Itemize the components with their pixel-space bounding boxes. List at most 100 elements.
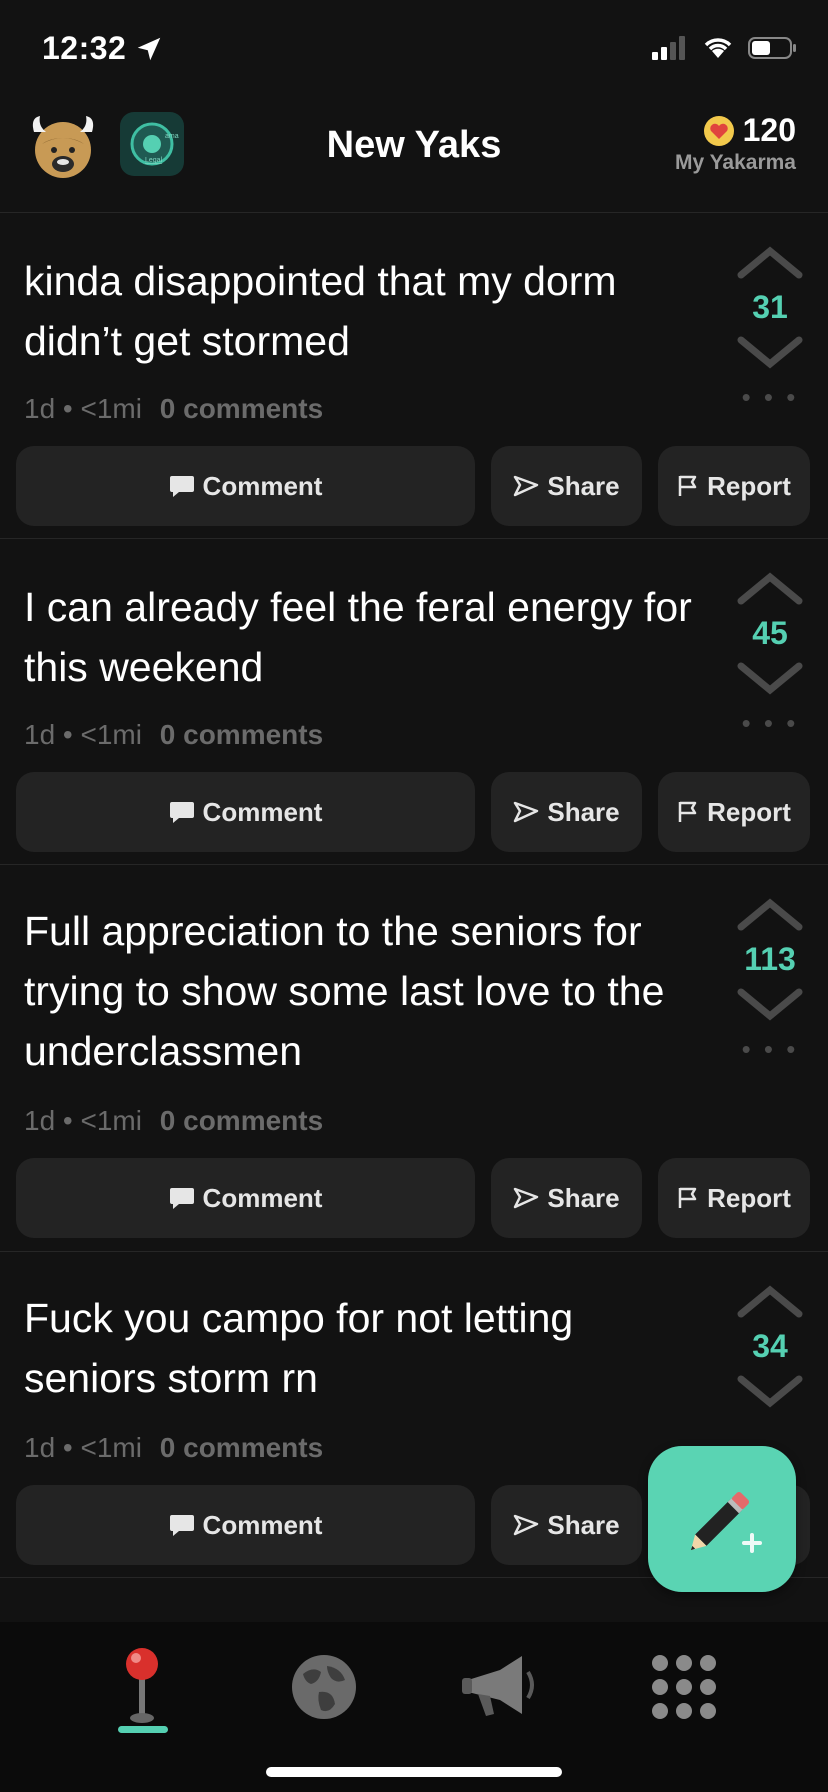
downvote-icon[interactable] [737, 336, 803, 370]
report-button[interactable]: Report [658, 1158, 810, 1238]
share-button[interactable]: Share [491, 1485, 642, 1565]
share-label: Share [547, 1182, 620, 1213]
post-meta: 1d • <1mi 0 comments [24, 1432, 323, 1464]
app-header: ama Legal New Yaks 120 My Yakarma [0, 100, 828, 212]
more-options-icon[interactable]: • • • [742, 1034, 799, 1065]
report-label: Report [707, 796, 791, 827]
upvote-icon[interactable] [737, 1284, 803, 1318]
nav-explore[interactable] [274, 1642, 374, 1732]
comment-button[interactable]: Comment [16, 446, 475, 526]
home-indicator[interactable] [266, 1767, 562, 1777]
comment-label: Comment [202, 1182, 323, 1213]
wifi-icon [704, 38, 732, 58]
more-options-icon[interactable]: • • • [742, 708, 799, 739]
yak-post[interactable]: kinda disappointed that my dorm didn’t g… [0, 212, 828, 538]
grid-icon [652, 1655, 716, 1719]
share-icon [514, 475, 539, 497]
yakarma-value: 120 [742, 112, 796, 148]
post-age-distance: 1d • <1mi [24, 393, 142, 424]
vote-controls: 31 • • • [732, 245, 808, 413]
vote-count: 45 [752, 615, 788, 651]
share-icon [514, 1514, 539, 1536]
vote-count: 31 [752, 289, 788, 325]
post-comment-count[interactable]: 0 comments [160, 393, 323, 424]
yakarma-widget[interactable]: 120 My Yakarma [675, 112, 796, 175]
vote-count: 34 [752, 1328, 788, 1364]
share-label: Share [547, 796, 620, 827]
pencil-plus-icon [690, 1491, 762, 1553]
post-comment-count[interactable]: 0 comments [160, 719, 323, 750]
status-time: 12:32 [42, 30, 127, 66]
post-meta: 1d • <1mi 0 comments [24, 719, 323, 751]
post-age-distance: 1d • <1mi [24, 1432, 142, 1463]
upvote-icon[interactable] [737, 897, 803, 931]
report-button[interactable]: Report [658, 772, 810, 852]
post-meta: 1d • <1mi 0 comments [24, 393, 323, 425]
comment-icon [169, 476, 194, 497]
flag-icon [678, 801, 697, 822]
more-options-icon[interactable]: • • • [742, 382, 799, 413]
share-label: Share [547, 1509, 620, 1540]
vote-controls: 113 • • • [732, 897, 808, 1065]
post-meta: 1d • <1mi 0 comments [24, 1105, 323, 1137]
share-button[interactable]: Share [491, 446, 642, 526]
post-text: Fuck you campo for not letting seniors s… [24, 1295, 574, 1401]
comment-icon [169, 1188, 194, 1209]
share-button[interactable]: Share [491, 1158, 642, 1238]
post-comment-count[interactable]: 0 comments [160, 1432, 323, 1463]
bottom-nav [0, 1622, 828, 1792]
post-comment-count[interactable]: 0 comments [160, 1105, 323, 1136]
upvote-icon[interactable] [737, 245, 803, 279]
heart-badge-icon [703, 115, 734, 146]
globe-icon [292, 1655, 356, 1719]
flag-icon [678, 475, 697, 496]
post-actions: Comment Share Report [16, 1158, 812, 1238]
comment-icon [169, 802, 194, 823]
nav-announcements[interactable] [450, 1642, 550, 1732]
nav-more[interactable] [634, 1642, 734, 1732]
downvote-icon[interactable] [737, 662, 803, 696]
comment-button[interactable]: Comment [16, 772, 475, 852]
share-icon [514, 801, 539, 823]
post-actions: Comment Share Report [16, 772, 812, 852]
downvote-icon[interactable] [737, 988, 803, 1022]
post-text: I can already feel the feral energy for … [24, 584, 692, 690]
yak-post[interactable]: Full appreciation to the seniors for try… [0, 864, 828, 1251]
report-button[interactable]: Report [658, 446, 810, 526]
vote-controls: 34 [732, 1284, 808, 1409]
post-actions: Comment Share Report [16, 446, 812, 526]
yakarma-label: My Yakarma [674, 151, 796, 174]
report-label: Report [707, 470, 791, 501]
battery-icon [748, 37, 796, 59]
post-text: Full appreciation to the seniors for try… [24, 908, 665, 1074]
post-age-distance: 1d • <1mi [24, 719, 142, 750]
vote-count: 113 [744, 941, 796, 977]
flag-icon [678, 1187, 697, 1208]
comment-icon [169, 1515, 194, 1536]
signal-icon [652, 36, 685, 60]
share-button[interactable]: Share [491, 772, 642, 852]
post-age-distance: 1d • <1mi [24, 1105, 142, 1136]
share-label: Share [547, 470, 620, 501]
yak-post[interactable]: I can already feel the feral energy for … [0, 538, 828, 864]
vote-controls: 45 • • • [732, 571, 808, 739]
status-indicators [652, 36, 798, 60]
nav-feed-joystick[interactable] [92, 1642, 192, 1732]
comment-button[interactable]: Comment [16, 1158, 475, 1238]
comment-button[interactable]: Comment [16, 1485, 475, 1565]
comment-label: Comment [202, 796, 323, 827]
status-bar: 12:32 [0, 0, 828, 100]
new-yak-button[interactable] [648, 1446, 796, 1592]
upvote-icon[interactable] [737, 571, 803, 605]
comment-label: Comment [202, 470, 323, 501]
post-text: kinda disappointed that my dorm didn’t g… [24, 258, 617, 364]
downvote-icon[interactable] [737, 1375, 803, 1409]
location-arrow-icon [137, 37, 161, 61]
nav-active-indicator [118, 1726, 168, 1733]
comment-label: Comment [202, 1509, 323, 1540]
yak-feed: kinda disappointed that my dorm didn’t g… [0, 212, 828, 1638]
report-label: Report [707, 1182, 791, 1213]
joystick-icon [126, 1648, 158, 1723]
share-icon [514, 1187, 539, 1209]
megaphone-icon [462, 1656, 534, 1716]
